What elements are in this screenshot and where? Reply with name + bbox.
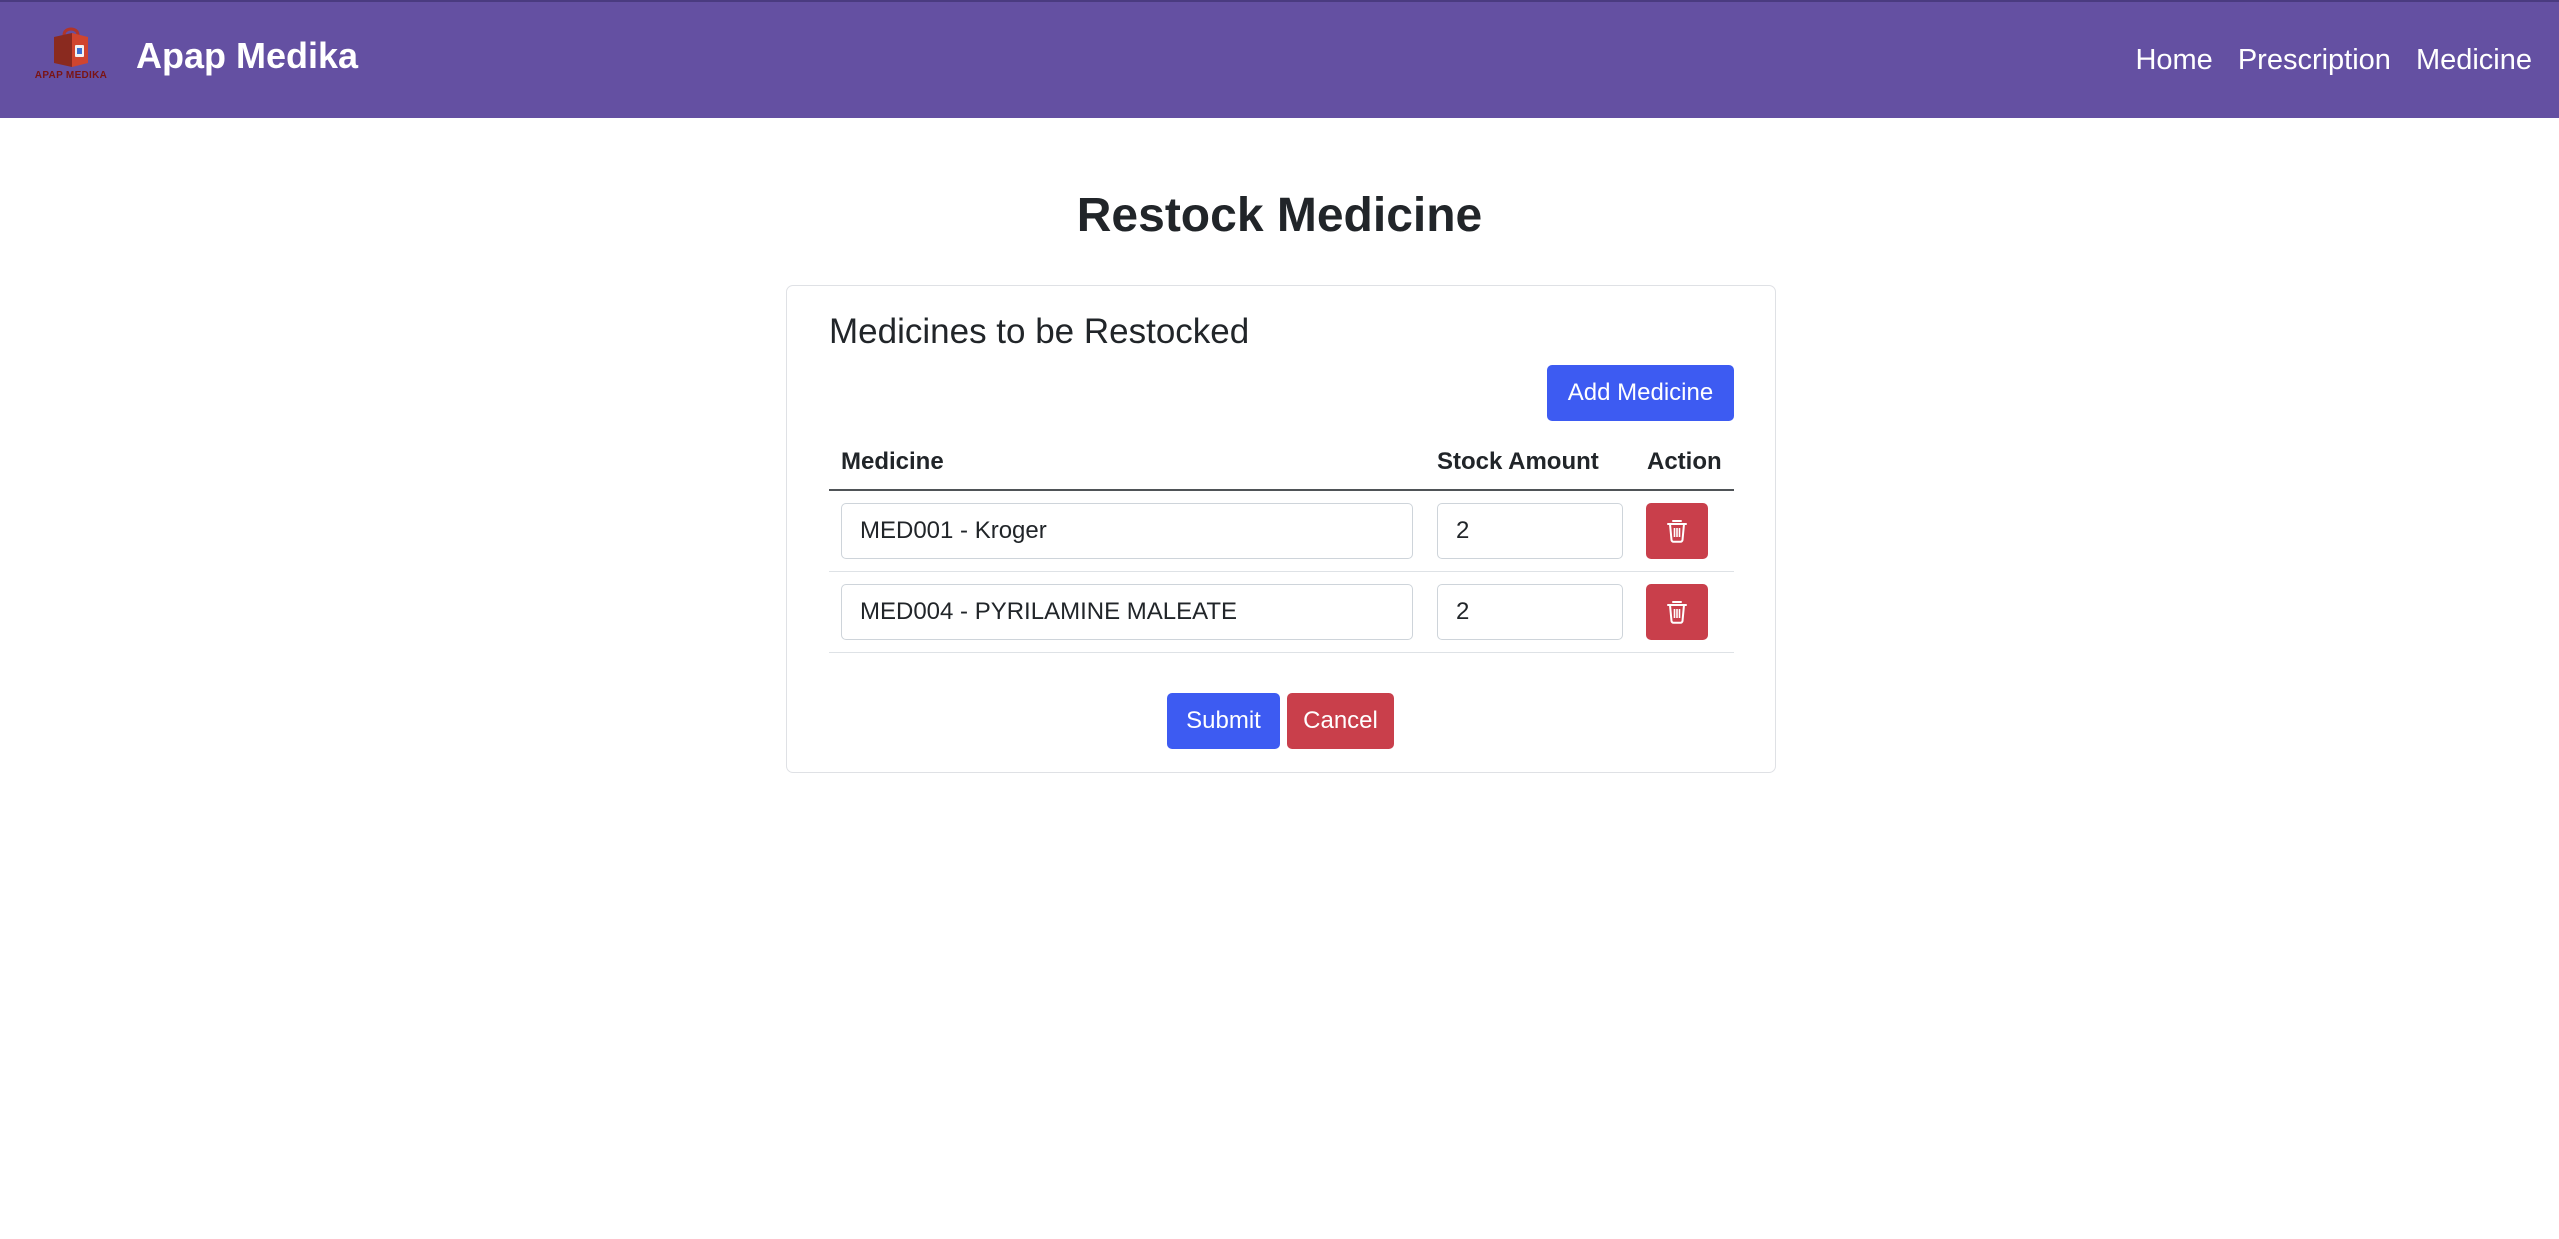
restock-table: Medicine Stock Amount Action <box>829 441 1734 653</box>
table-header: Medicine Stock Amount Action <box>829 441 1734 491</box>
stock-amount-input[interactable] <box>1437 584 1623 640</box>
logo-text: APAP MEDIKA <box>34 70 108 81</box>
table-row <box>829 491 1734 572</box>
header-stock-amount: Stock Amount <box>1437 448 1599 475</box>
delete-row-button[interactable] <box>1646 503 1708 559</box>
table-row <box>829 572 1734 653</box>
nav-link-home[interactable]: Home <box>2135 44 2212 77</box>
nav-link-prescription[interactable]: Prescription <box>2238 44 2391 77</box>
medicine-input[interactable] <box>841 584 1413 640</box>
card-title: Medicines to be Restocked <box>829 312 1250 351</box>
logo: APAP MEDIKA <box>28 23 114 97</box>
brand-name[interactable]: Apap Medika <box>136 35 358 77</box>
trash-icon <box>1667 520 1687 543</box>
navbar: APAP MEDIKA Apap Medika Home Prescriptio… <box>0 0 2559 118</box>
header-action: Action <box>1647 448 1722 475</box>
header-medicine: Medicine <box>841 448 944 475</box>
stock-amount-input[interactable] <box>1437 503 1623 559</box>
delete-row-button[interactable] <box>1646 584 1708 640</box>
nav-link-medicine[interactable]: Medicine <box>2416 44 2532 77</box>
trash-icon <box>1667 601 1687 624</box>
brand[interactable]: APAP MEDIKA Apap Medika <box>28 23 358 97</box>
restock-card: Medicines to be Restocked Add Medicine M… <box>786 285 1776 773</box>
submit-button[interactable]: Submit <box>1167 693 1280 749</box>
bag-logo-icon <box>54 27 88 67</box>
cancel-button[interactable]: Cancel <box>1287 693 1394 749</box>
nav-links: Home Prescription Medicine <box>2135 44 2532 77</box>
add-medicine-button[interactable]: Add Medicine <box>1547 365 1734 421</box>
medicine-input[interactable] <box>841 503 1413 559</box>
page-title: Restock Medicine <box>1076 189 1483 242</box>
